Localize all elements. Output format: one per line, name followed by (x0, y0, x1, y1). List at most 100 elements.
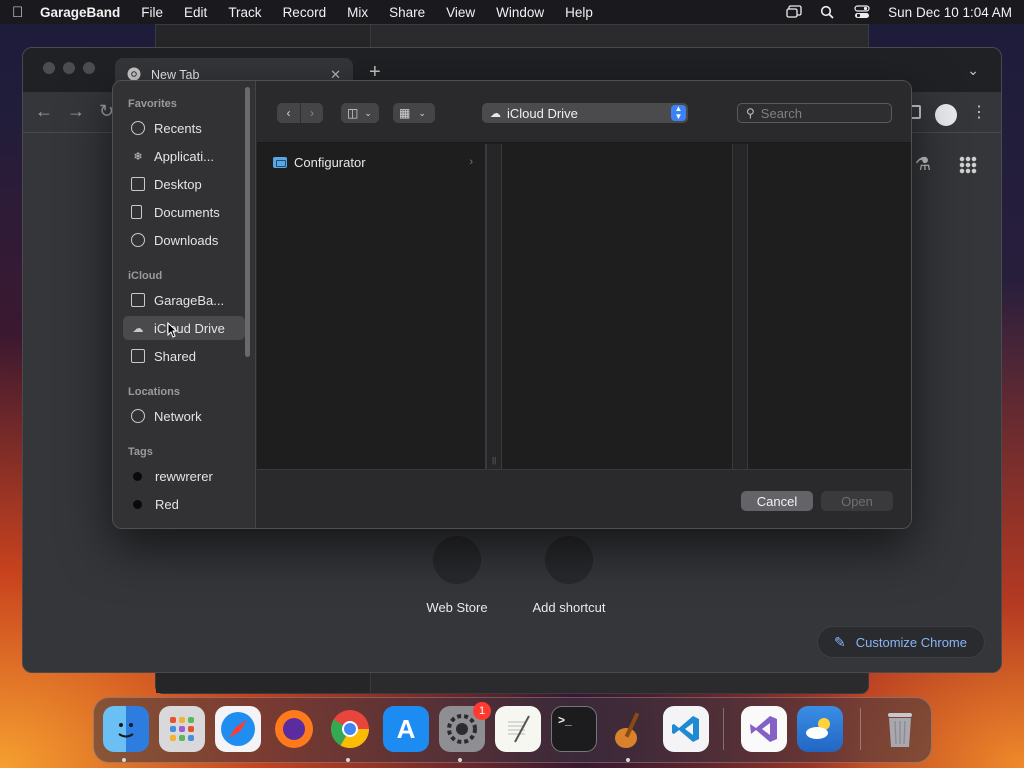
list-item-label: Configurator (294, 154, 366, 170)
sidebar-item-applications[interactable]: ❄ Applicati... (123, 144, 245, 168)
dock: A 1 >_ (93, 697, 932, 763)
popup-stepper-icon: ▲ ▼ (671, 105, 686, 121)
resize-grip-icon: || (492, 456, 497, 465)
sidebar-item-downloads[interactable]: Downloads (123, 228, 245, 252)
garageband-icon[interactable] (607, 706, 653, 752)
web-store-icon (433, 536, 481, 584)
sidebar-item-recents[interactable]: Recents (123, 116, 245, 140)
back-arrow-icon[interactable]: ← (35, 101, 53, 122)
dialog-sidebar: Favorites Recents ❄ Applicati... Desktop… (113, 81, 256, 528)
running-indicator (122, 758, 126, 762)
screen-mirroring-icon[interactable] (786, 5, 802, 19)
cancel-button[interactable]: Cancel (741, 491, 813, 511)
dock-separator (860, 708, 861, 750)
spotlight-search-icon[interactable] (820, 5, 836, 19)
menu-record[interactable]: Record (283, 5, 327, 20)
launchpad-icon[interactable] (159, 706, 205, 752)
shortcut-label: Web Store (426, 600, 488, 615)
column-resize-handle[interactable] (732, 144, 748, 469)
sidebar-item-tag-rewwrerer[interactable]: rewwrerer (123, 464, 245, 488)
weather-icon[interactable] (797, 706, 843, 752)
search-field[interactable]: ⚲ (737, 103, 892, 123)
profile-avatar-icon[interactable] (935, 104, 957, 126)
close-window-button[interactable] (43, 62, 55, 74)
grid-icon: ▦ (399, 106, 411, 120)
pencil-icon: ✎ (834, 633, 846, 650)
shortcut-add[interactable]: Add shortcut (509, 536, 629, 615)
vscode-icon[interactable] (663, 706, 709, 752)
menu-track[interactable]: Track (228, 5, 261, 20)
menu-bar:  GarageBand File Edit Track Record Mix … (0, 0, 1024, 24)
sidebar-item-garageband[interactable]: GarageBa... (123, 288, 245, 312)
google-apps-grid-icon[interactable] (959, 156, 977, 174)
location-popup[interactable]: ☁ iCloud Drive ▲ ▼ (482, 103, 688, 123)
search-icon: ⚲ (746, 106, 755, 120)
menu-app-name[interactable]: GarageBand (40, 5, 120, 20)
open-button[interactable]: Open (821, 491, 893, 511)
sidebar-item-shared[interactable]: Shared (123, 344, 245, 368)
running-indicator (346, 758, 350, 762)
sidebar-scrollbar[interactable] (245, 87, 250, 357)
cloud-icon: ☁ (132, 322, 144, 335)
menu-edit[interactable]: Edit (184, 5, 207, 20)
folder-icon (273, 156, 287, 168)
menubar-clock[interactable]: Sun Dec 10 1:04 AM (888, 5, 1012, 20)
open-file-dialog: Favorites Recents ❄ Applicati... Desktop… (112, 80, 912, 529)
chevron-down-icon: ⌄ (364, 107, 372, 118)
sidebar-item-network[interactable]: Network (123, 404, 245, 428)
group-by-button[interactable]: ▦ ⌄ (393, 103, 435, 123)
sidebar-section-icloud: iCloud (128, 270, 163, 282)
chrome-menu-kebab-icon[interactable]: ⋮ (971, 102, 987, 122)
desktop-icon (131, 177, 145, 191)
menu-file[interactable]: File (141, 5, 163, 20)
mouse-cursor-icon (167, 322, 177, 338)
app-store-icon[interactable]: A (383, 706, 429, 752)
safari-icon[interactable] (215, 706, 261, 752)
system-settings-icon[interactable]: 1 (439, 702, 491, 752)
dialog-footer: Cancel Open (257, 469, 911, 528)
tab-search-chevron-icon[interactable]: ⌄ (967, 62, 979, 79)
sidebar-item-icloud-drive[interactable]: ☁ iCloud Drive (123, 316, 245, 340)
labs-flask-icon[interactable]: ⚗ (915, 154, 931, 175)
menu-mix[interactable]: Mix (347, 5, 368, 20)
downloads-icon (131, 233, 145, 247)
sidebar-section-favorites: Favorites (128, 98, 177, 110)
running-indicator (458, 758, 462, 762)
finder-icon[interactable] (103, 706, 149, 752)
search-input[interactable] (760, 105, 881, 121)
sidebar-item-desktop[interactable]: Desktop (123, 172, 245, 196)
minimize-window-button[interactable] (63, 62, 75, 74)
firefox-icon[interactable] (271, 706, 317, 752)
zoom-window-button[interactable] (83, 62, 95, 74)
shortcut-web-store[interactable]: Web Store (397, 536, 517, 615)
terminal-icon[interactable]: >_ (551, 706, 597, 752)
view-columns-button[interactable]: ◫ ⌄ (341, 103, 379, 123)
menu-help[interactable]: Help (565, 5, 593, 20)
list-item-configurator[interactable]: Configurator › (273, 153, 473, 171)
chrome-icon[interactable] (327, 706, 373, 752)
clock-icon (131, 121, 145, 135)
running-indicator (626, 758, 630, 762)
control-center-icon[interactable] (854, 5, 870, 19)
sidebar-item-tag-red[interactable]: Red (123, 492, 245, 516)
customize-chrome-label: Customize Chrome (855, 634, 967, 650)
back-forward-control: ‹ › (277, 103, 323, 123)
visual-studio-icon[interactable] (741, 706, 787, 752)
add-shortcut-icon (545, 536, 593, 584)
tag-dot-icon (133, 499, 142, 509)
textedit-icon[interactable] (495, 706, 541, 752)
trash-icon[interactable] (877, 706, 923, 752)
sidebar-item-documents[interactable]: Documents (123, 200, 245, 224)
forward-arrow-icon[interactable]: → (67, 101, 85, 122)
menu-share[interactable]: Share (389, 5, 425, 20)
applications-icon: ❄ (133, 150, 143, 163)
back-chevron-icon[interactable]: ‹ (277, 103, 300, 123)
location-label: iCloud Drive (507, 105, 578, 121)
menu-window[interactable]: Window (496, 5, 544, 20)
columns-view-icon: ◫ (347, 106, 359, 120)
apple-menu-icon[interactable]:  (12, 4, 40, 21)
forward-chevron-icon[interactable]: › (300, 103, 323, 123)
customize-chrome-button[interactable]: ✎ Customize Chrome (817, 626, 985, 658)
menu-view[interactable]: View (446, 5, 475, 20)
column-resize-handle[interactable]: || (486, 144, 502, 469)
